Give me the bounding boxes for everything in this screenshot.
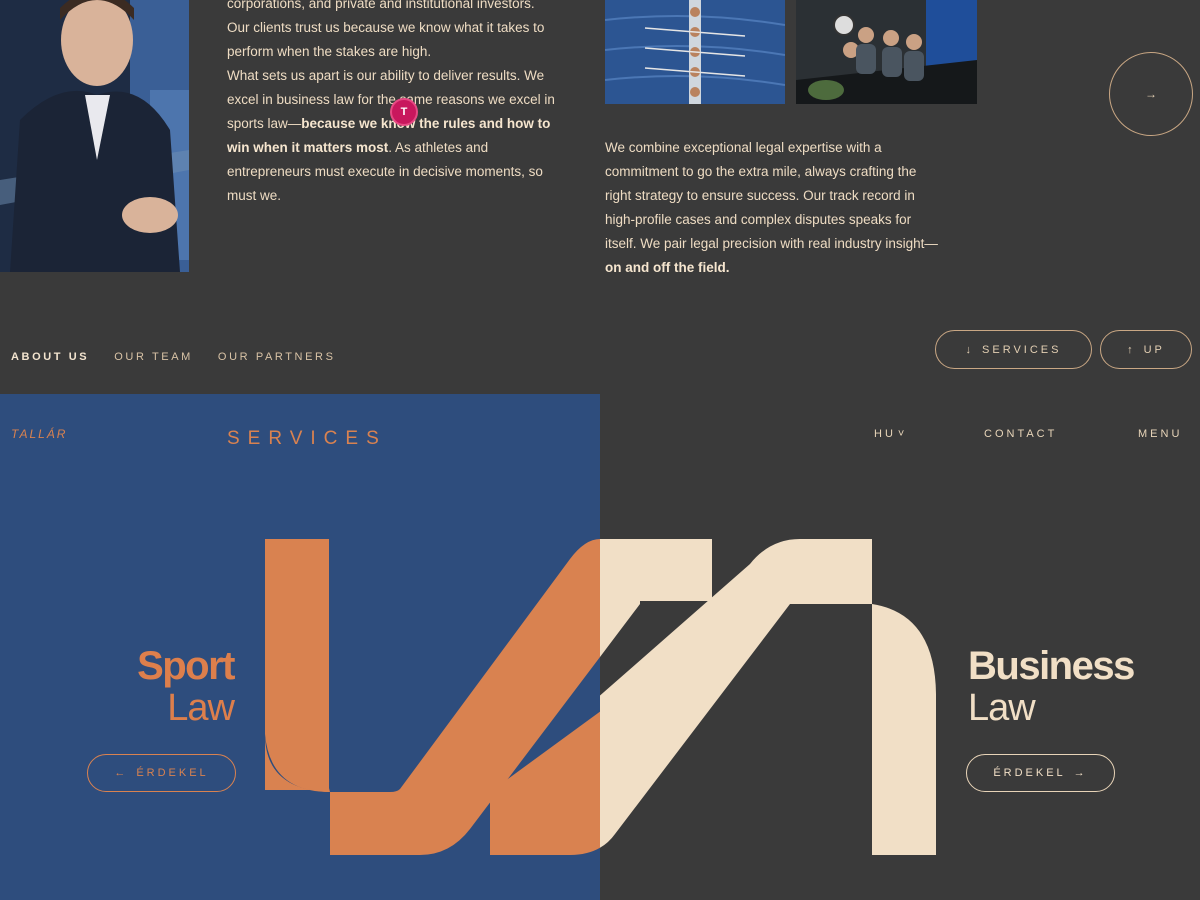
subnav-our-partners[interactable]: OUR PARTNERS [218,351,336,363]
arrow-up-icon: ↑ [1127,343,1136,356]
sport-cta-label: ÉRDEKEL [136,767,209,779]
arrow-left-icon: ← [114,767,129,779]
team-meeting-photo [796,0,977,104]
arrow-down-icon: ↓ [965,343,975,356]
sport-law-title: Sport Law [137,644,235,729]
chevron-down-icon: ˅ [897,428,905,440]
next-slide-button[interactable]: → [1109,52,1193,136]
sport-law-cta-button[interactable]: ← ÉRDEKEL [87,754,236,792]
about-line-2: Our clients trust us because we know wha… [227,20,545,35]
subnav-about-us[interactable]: ABOUT US [11,351,89,363]
about-subnav: ABOUT US OUR TEAM OUR PARTNERS [11,351,336,363]
scroll-up-button[interactable]: ↑ UP [1100,330,1192,369]
about-paragraph-2: What sets us apart is our ability to del… [227,68,555,203]
language-label: HU [874,428,896,440]
arrow-right-icon: → [1145,87,1157,101]
services-button-label: SERVICES [982,343,1062,356]
rowing-photo [605,0,785,104]
cursor-badge: T [390,98,418,126]
about-line-1: corporations, and private and institutio… [227,0,535,11]
business-title-light: Law [968,687,1036,729]
business-law-title: Business Law [968,644,1135,729]
business-law-cta-button[interactable]: ÉRDEKEL → [966,754,1115,792]
language-switcher[interactable]: HU ˅ [874,428,904,440]
up-button-label: UP [1143,343,1165,356]
nav-contact[interactable]: CONTACT [984,428,1057,440]
portrait-photo [0,0,189,272]
nav-menu[interactable]: MENU [1138,428,1182,440]
about-emphasis-2: on and off the field. [605,260,730,275]
about-section: corporations, and private and institutio… [0,0,1200,394]
subnav-our-team[interactable]: OUR TEAM [114,351,193,363]
about-line-3: perform when the stakes are high. [227,44,432,59]
sport-title-bold: Sport [137,644,235,688]
business-title-bold: Business [968,644,1135,688]
services-scroll-button[interactable]: ↓ SERVICES [935,330,1092,369]
services-section: TALLÁR SERVICES HU ˅ CONTACT MENU Sport L… [0,394,1200,900]
services-heading: SERVICES [227,428,387,449]
tallar-logo[interactable]: TALLÁR [11,427,67,441]
sport-title-light: Law [167,687,235,729]
business-cta-label: ÉRDEKEL [993,767,1066,779]
about-paragraph-3: We combine exceptional legal expertise w… [605,140,938,275]
arrow-right-icon: → [1073,767,1088,779]
